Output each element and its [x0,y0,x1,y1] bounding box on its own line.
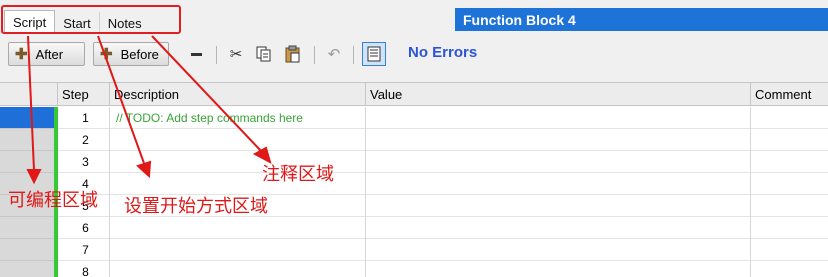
step-number-cell: 2 [58,129,110,151]
row-selector[interactable] [0,107,54,129]
toolbar-separator [353,46,354,64]
annotation-notes-area: 注释区域 [262,164,334,185]
value-cell[interactable] [366,151,751,173]
annotation-programmable-area: 可编程区域 [8,190,98,211]
add-before-button[interactable]: ✚ Before [93,42,169,66]
description-cell[interactable] [110,129,366,151]
header-comment[interactable]: Comment [751,83,828,106]
table-row[interactable]: 6 [0,217,828,239]
description-cell[interactable] [110,217,366,239]
value-cell[interactable] [366,129,751,151]
toolbar: ✚ After ✚ Before ✂ ↶ No Errors [0,38,828,70]
comment-cell[interactable] [751,129,828,151]
tab-highlight-box [1,5,181,34]
value-cell[interactable] [366,217,751,239]
table-row[interactable]: 1// TODO: Add step commands here [0,107,828,129]
add-icon: ✚ [100,46,113,63]
table-row[interactable]: 8 [0,261,828,277]
row-selector[interactable] [0,151,54,173]
step-number-cell: 3 [58,151,110,173]
header-row-selector [0,83,58,106]
toolbar-separator [314,46,315,64]
comment-cell[interactable] [751,151,828,173]
step-number-cell: 1 [58,107,110,129]
value-cell[interactable] [366,261,751,277]
block-title: Function Block 4 [463,11,576,28]
add-after-button[interactable]: ✚ After [8,42,85,66]
comment-cell[interactable] [751,239,828,261]
paste-icon[interactable] [283,44,303,64]
annotation-start-mode-area: 设置开始方式区域 [124,196,268,217]
copy-icon[interactable] [254,44,274,64]
table-row[interactable]: 3 [0,151,828,173]
value-cell[interactable] [366,173,751,195]
comment-cell[interactable] [751,107,828,129]
script-view-icon[interactable] [362,42,386,66]
description-cell[interactable] [110,239,366,261]
row-selector[interactable] [0,217,54,239]
add-before-label: Before [120,46,159,62]
row-selector[interactable] [0,261,54,277]
description-cell[interactable] [110,261,366,277]
step-number-cell: 6 [58,217,110,239]
header-value[interactable]: Value [366,83,751,106]
grid-header: Step Description Value Comment [0,82,828,106]
step-number-cell: 8 [58,261,110,277]
description-cell[interactable]: // TODO: Add step commands here [110,107,366,129]
comment-cell[interactable] [751,217,828,239]
block-title-bar: Function Block 4 [455,8,828,31]
comment-cell[interactable] [751,261,828,277]
script-grid: Step Description Value Comment 1// TODO:… [0,82,828,277]
status-text: No Errors [408,44,478,61]
toolbar-separator [216,46,217,64]
add-icon: ✚ [15,46,28,63]
step-number-cell: 7 [58,239,110,261]
value-cell[interactable] [366,107,751,129]
remove-icon[interactable] [186,44,206,64]
add-after-label: After [35,46,64,62]
value-cell[interactable] [366,239,751,261]
table-row[interactable]: 2 [0,129,828,151]
comment-cell[interactable] [751,173,828,195]
value-cell[interactable] [366,195,751,217]
header-step[interactable]: Step [58,83,110,106]
header-description[interactable]: Description [110,83,366,106]
comment-cell[interactable] [751,195,828,217]
table-row[interactable]: 7 [0,239,828,261]
row-selector[interactable] [0,129,54,151]
row-selector[interactable] [0,239,54,261]
undo-icon[interactable]: ↶ [324,44,344,64]
cut-icon[interactable]: ✂ [226,44,246,64]
